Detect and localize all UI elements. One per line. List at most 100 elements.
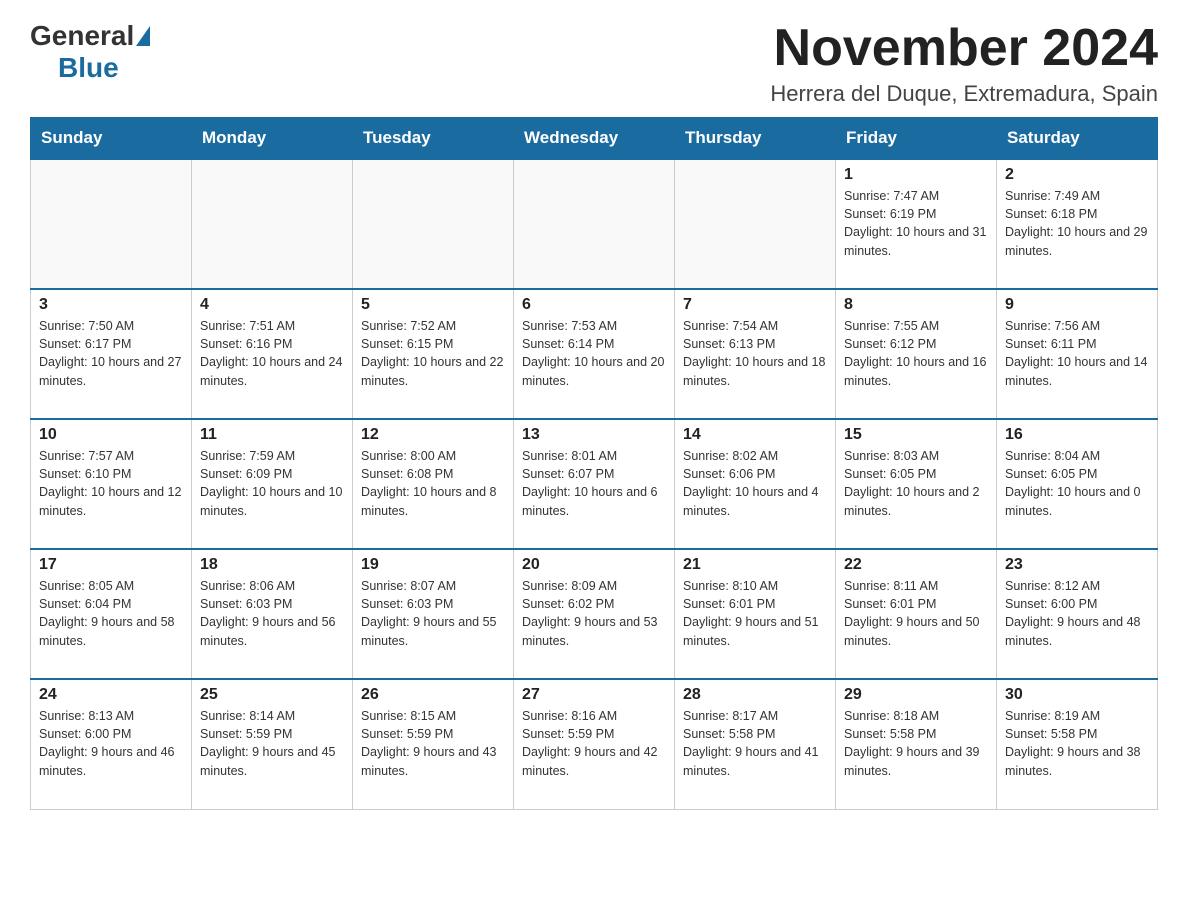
calendar-cell [514,159,675,289]
day-info: Sunrise: 8:07 AMSunset: 6:03 PMDaylight:… [361,577,505,650]
logo: General Blue [30,20,152,84]
day-number: 14 [683,426,827,444]
day-number: 25 [200,686,344,704]
calendar-cell: 22 Sunrise: 8:11 AMSunset: 6:01 PMDayligh… [836,549,997,679]
day-number: 20 [522,556,666,574]
weekday-header-sunday: Sunday [31,118,192,160]
logo-general-text: General [30,20,134,52]
calendar-cell: 8 Sunrise: 7:55 AMSunset: 6:12 PMDaylight… [836,289,997,419]
calendar-cell: 14Sunrise: 8:02 AMSunset: 6:06 PMDayligh… [675,419,836,549]
day-number: 18 [200,556,344,574]
calendar-week-row: 1 Sunrise: 7:47 AMSunset: 6:19 PMDaylight… [31,159,1158,289]
calendar-cell: 29 Sunrise: 8:18 AMSunset: 5:58 PMDayligh… [836,679,997,809]
calendar-header-row: SundayMondayTuesdayWednesdayThursdayFrid… [31,118,1158,160]
calendar-cell: 30Sunrise: 8:19 AMSunset: 5:58 PMDayligh… [997,679,1158,809]
calendar-cell: 18 Sunrise: 8:06 AMSunset: 6:03 PMDayligh… [192,549,353,679]
calendar-cell: 10Sunrise: 7:57 AMSunset: 6:10 PMDayligh… [31,419,192,549]
calendar-cell: 21Sunrise: 8:10 AMSunset: 6:01 PMDayligh… [675,549,836,679]
day-number: 24 [39,686,183,704]
calendar-cell: 13 Sunrise: 8:01 AMSunset: 6:07 PMDayligh… [514,419,675,549]
logo-blue-text: Blue [58,52,119,84]
day-number: 16 [1005,426,1149,444]
calendar-cell: 11Sunrise: 7:59 AMSunset: 6:09 PMDayligh… [192,419,353,549]
day-number: 3 [39,296,183,314]
calendar-cell: 16 Sunrise: 8:04 AMSunset: 6:05 PMDayligh… [997,419,1158,549]
day-info: Sunrise: 8:04 AMSunset: 6:05 PMDaylight:… [1005,447,1149,520]
calendar-cell: 5 Sunrise: 7:52 AMSunset: 6:15 PMDaylight… [353,289,514,419]
day-number: 26 [361,686,505,704]
day-info: Sunrise: 8:14 AMSunset: 5:59 PMDaylight:… [200,707,344,780]
day-info: Sunrise: 8:17 AMSunset: 5:58 PMDaylight:… [683,707,827,780]
day-info: Sunrise: 8:06 AMSunset: 6:03 PMDaylight:… [200,577,344,650]
day-number: 6 [522,296,666,314]
day-info: Sunrise: 8:00 AMSunset: 6:08 PMDaylight:… [361,447,505,520]
calendar-cell: 9 Sunrise: 7:56 AMSunset: 6:11 PMDaylight… [997,289,1158,419]
day-info: Sunrise: 7:55 AMSunset: 6:12 PMDaylight:… [844,317,988,390]
day-number: 5 [361,296,505,314]
calendar-cell [353,159,514,289]
day-info: Sunrise: 8:18 AMSunset: 5:58 PMDaylight:… [844,707,988,780]
day-info: Sunrise: 8:12 AMSunset: 6:00 PMDaylight:… [1005,577,1149,650]
calendar-cell [192,159,353,289]
day-number: 27 [522,686,666,704]
day-info: Sunrise: 7:53 AMSunset: 6:14 PMDaylight:… [522,317,666,390]
weekday-header-tuesday: Tuesday [353,118,514,160]
calendar-week-row: 17Sunrise: 8:05 AMSunset: 6:04 PMDayligh… [31,549,1158,679]
month-title: November 2024 [770,20,1158,77]
day-info: Sunrise: 8:11 AMSunset: 6:01 PMDaylight:… [844,577,988,650]
day-number: 19 [361,556,505,574]
page-header: General Blue November 2024 Herrera del D… [30,20,1158,107]
calendar-week-row: 3 Sunrise: 7:50 AMSunset: 6:17 PMDaylight… [31,289,1158,419]
day-info: Sunrise: 8:03 AMSunset: 6:05 PMDaylight:… [844,447,988,520]
day-number: 29 [844,686,988,704]
calendar-cell: 4Sunrise: 7:51 AMSunset: 6:16 PMDaylight… [192,289,353,419]
day-number: 23 [1005,556,1149,574]
day-info: Sunrise: 8:16 AMSunset: 5:59 PMDaylight:… [522,707,666,780]
calendar-week-row: 10Sunrise: 7:57 AMSunset: 6:10 PMDayligh… [31,419,1158,549]
calendar-cell [31,159,192,289]
calendar-cell: 6 Sunrise: 7:53 AMSunset: 6:14 PMDaylight… [514,289,675,419]
location-subtitle: Herrera del Duque, Extremadura, Spain [770,81,1158,107]
day-info: Sunrise: 7:51 AMSunset: 6:16 PMDaylight:… [200,317,344,390]
day-number: 9 [1005,296,1149,314]
day-info: Sunrise: 8:01 AMSunset: 6:07 PMDaylight:… [522,447,666,520]
day-number: 15 [844,426,988,444]
day-number: 12 [361,426,505,444]
calendar-cell: 3 Sunrise: 7:50 AMSunset: 6:17 PMDaylight… [31,289,192,419]
day-number: 1 [844,166,988,184]
calendar-cell: 25 Sunrise: 8:14 AMSunset: 5:59 PMDayligh… [192,679,353,809]
day-info: Sunrise: 7:50 AMSunset: 6:17 PMDaylight:… [39,317,183,390]
calendar-cell: 17Sunrise: 8:05 AMSunset: 6:04 PMDayligh… [31,549,192,679]
weekday-header-thursday: Thursday [675,118,836,160]
day-info: Sunrise: 7:52 AMSunset: 6:15 PMDaylight:… [361,317,505,390]
calendar-cell: 19 Sunrise: 8:07 AMSunset: 6:03 PMDayligh… [353,549,514,679]
day-info: Sunrise: 7:49 AMSunset: 6:18 PMDaylight:… [1005,187,1149,260]
day-info: Sunrise: 7:56 AMSunset: 6:11 PMDaylight:… [1005,317,1149,390]
day-number: 28 [683,686,827,704]
calendar-cell: 12 Sunrise: 8:00 AMSunset: 6:08 PMDayligh… [353,419,514,549]
calendar-cell: 2 Sunrise: 7:49 AMSunset: 6:18 PMDaylight… [997,159,1158,289]
calendar-cell: 7 Sunrise: 7:54 AMSunset: 6:13 PMDaylight… [675,289,836,419]
calendar-cell: 1 Sunrise: 7:47 AMSunset: 6:19 PMDaylight… [836,159,997,289]
weekday-header-monday: Monday [192,118,353,160]
day-number: 11 [200,426,344,444]
day-info: Sunrise: 8:09 AMSunset: 6:02 PMDaylight:… [522,577,666,650]
day-number: 13 [522,426,666,444]
day-number: 22 [844,556,988,574]
day-number: 2 [1005,166,1149,184]
day-info: Sunrise: 8:10 AMSunset: 6:01 PMDaylight:… [683,577,827,650]
calendar-cell: 20 Sunrise: 8:09 AMSunset: 6:02 PMDayligh… [514,549,675,679]
logo-triangle-icon [136,26,150,46]
calendar-table: SundayMondayTuesdayWednesdayThursdayFrid… [30,117,1158,810]
day-number: 7 [683,296,827,314]
calendar-week-row: 24 Sunrise: 8:13 AMSunset: 6:00 PMDayligh… [31,679,1158,809]
day-info: Sunrise: 8:13 AMSunset: 6:00 PMDaylight:… [39,707,183,780]
day-number: 10 [39,426,183,444]
calendar-cell: 27 Sunrise: 8:16 AMSunset: 5:59 PMDayligh… [514,679,675,809]
day-number: 8 [844,296,988,314]
weekday-header-saturday: Saturday [997,118,1158,160]
day-info: Sunrise: 7:54 AMSunset: 6:13 PMDaylight:… [683,317,827,390]
day-info: Sunrise: 7:47 AMSunset: 6:19 PMDaylight:… [844,187,988,260]
day-info: Sunrise: 8:19 AMSunset: 5:58 PMDaylight:… [1005,707,1149,780]
day-info: Sunrise: 8:15 AMSunset: 5:59 PMDaylight:… [361,707,505,780]
